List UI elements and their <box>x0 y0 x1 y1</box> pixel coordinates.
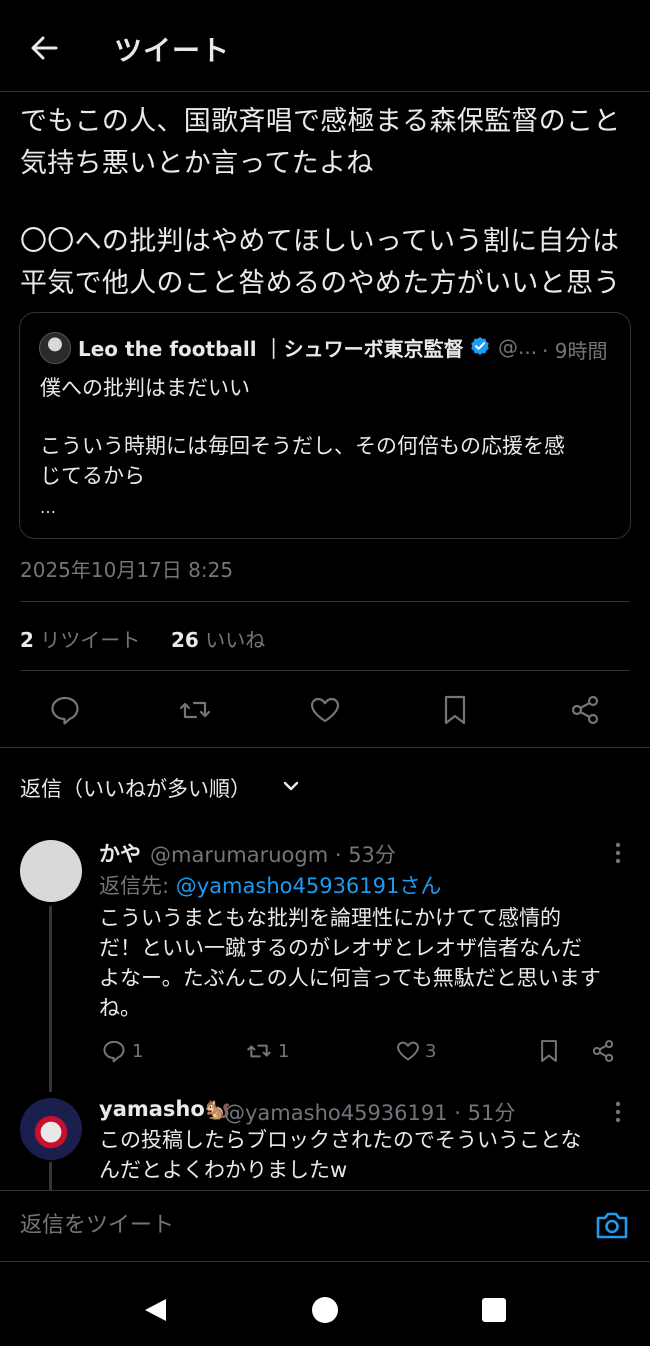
reply-text-line: この投稿したらブロックされたのでそういうことな <box>99 1128 582 1152</box>
divider <box>20 670 630 671</box>
tweet-text-line: 気持ち悪いとか言ってたよね <box>20 148 374 179</box>
camera-icon[interactable] <box>594 1207 630 1243</box>
quoted-tweet-card[interactable]: Leo the football ｜シュワーボ東京監督 @... · 9時間 僕… <box>19 312 631 539</box>
reply-count: 1 <box>132 1041 144 1062</box>
verified-badge-icon <box>470 336 490 356</box>
reply-author-name[interactable]: かや <box>99 838 141 868</box>
tweet-text-line: でもこの人、国歌斉唱で感極まる森保監督のこと <box>20 106 621 137</box>
page-title: ツイート <box>114 34 231 67</box>
chevron-down-icon[interactable] <box>280 775 302 797</box>
reply-icon[interactable] <box>48 693 82 727</box>
retweet-stat[interactable]: 2 リツイート <box>20 628 140 652</box>
more-options-icon[interactable] <box>604 840 632 866</box>
bookmark-icon[interactable] <box>536 1038 562 1064</box>
tweet-text-line: 平気で他人のこと咎めるのやめた方がいいと思う <box>20 268 621 299</box>
reply-avatar[interactable] <box>20 840 82 902</box>
quoted-text-line: じてるから <box>40 464 145 488</box>
reply-text-line: こういうまともな批判を論理性にかけてて感情的 <box>99 906 561 930</box>
bookmark-icon[interactable] <box>438 693 472 727</box>
retweet-icon[interactable] <box>178 693 212 727</box>
quoted-text-line: 僕への批判はまだいい <box>40 376 250 400</box>
like-icon[interactable] <box>395 1038 421 1064</box>
tweet-timestamp: 2025年10月17日 8:25 <box>20 558 234 582</box>
system-navigation-bar <box>0 1262 650 1346</box>
top-bar: ツイート <box>0 0 650 92</box>
like-stat[interactable]: 26 いいね <box>171 628 265 652</box>
like-count: 3 <box>425 1041 437 1062</box>
reply-to-handle-link[interactable]: @yamasho45936191さん <box>176 874 442 898</box>
reply-text-line: ね。 <box>99 996 141 1020</box>
back-arrow-icon[interactable] <box>22 26 66 70</box>
reply-author-name[interactable]: yamasho🐿️ <box>99 1097 231 1122</box>
reply-to-line: 返信先: @yamasho45936191さん <box>99 874 442 898</box>
thread-line <box>49 906 52 1092</box>
like-icon[interactable] <box>308 693 342 727</box>
divider <box>0 747 650 748</box>
quoted-author-avatar[interactable] <box>39 332 71 364</box>
reply-author-meta: @marumaruogm · 53分 <box>150 843 396 867</box>
tweet-text-line: 〇〇への批判はやめてほしいっていう割に自分は <box>20 226 620 257</box>
share-icon[interactable] <box>590 1038 616 1064</box>
reply-text-line: んだとよくわかりましたw <box>99 1158 348 1182</box>
nav-home-icon[interactable] <box>310 1295 340 1325</box>
reply-text-line: だ！といい一蹴するのがレオザとレオザ信者なんだ <box>99 936 582 960</box>
nav-back-icon[interactable] <box>140 1295 170 1325</box>
divider <box>20 601 630 602</box>
quoted-text-line: こういう時期には毎回そうだし、その何倍もの応援を感 <box>40 434 565 458</box>
replies-sort-label[interactable]: 返信（いいねが多い順） <box>20 773 251 803</box>
quoted-author-name: Leo the football ｜シュワーボ東京監督 <box>78 337 464 361</box>
more-options-icon[interactable] <box>604 1099 632 1125</box>
tweet-stats: 2 リツイート 26 いいね <box>20 624 265 653</box>
reply-icon[interactable] <box>101 1038 127 1064</box>
reply-avatar[interactable] <box>20 1098 82 1160</box>
share-icon[interactable] <box>568 693 602 727</box>
reply-input[interactable] <box>20 1213 540 1238</box>
retweet-count: 1 <box>278 1041 290 1062</box>
retweet-icon[interactable] <box>246 1038 272 1064</box>
reply-text-line: よなー。たぶんこの人に何言っても無駄だと思います <box>99 966 601 990</box>
reply-compose-bar <box>0 1190 650 1262</box>
quoted-author-handle: @... <box>498 335 538 359</box>
nav-recents-icon[interactable] <box>480 1296 508 1324</box>
quoted-text-ellipsis: … <box>40 498 56 517</box>
thread-line <box>49 1162 52 1190</box>
reply-author-meta: @yamasho45936191 · 51分 <box>224 1101 516 1125</box>
quoted-tweet-time: · 9時間 <box>542 339 608 363</box>
